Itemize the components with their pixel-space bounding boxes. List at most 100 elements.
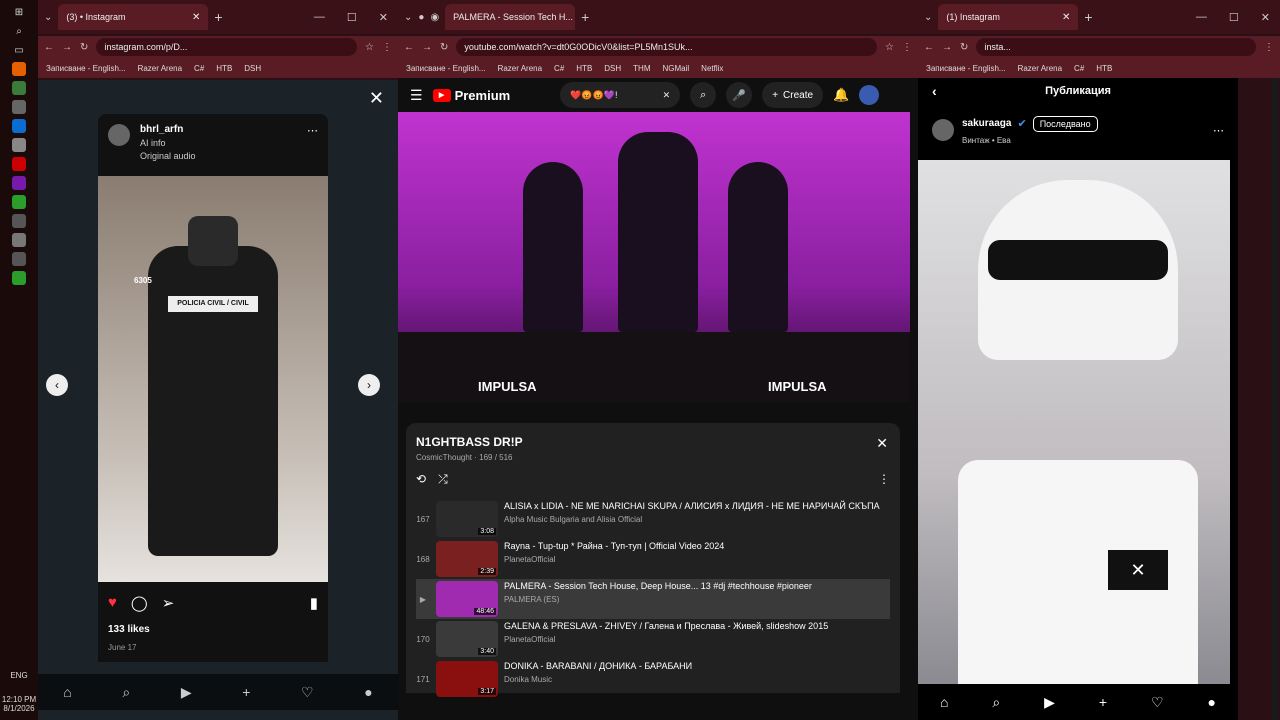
- channel-name[interactable]: PlanetaOfficial: [504, 635, 828, 644]
- close-icon[interactable]: ✕: [369, 88, 384, 109]
- reels-icon[interactable]: ▶: [181, 684, 192, 701]
- shuffle-icon[interactable]: ⤮: [438, 472, 448, 487]
- address-bar[interactable]: instagram.com/p/D...: [96, 38, 358, 56]
- pinned-tab-icon[interactable]: ◉: [430, 12, 439, 23]
- video-title[interactable]: DONIKA - BARABANI / ДОНИКА - БАРАБАНИ: [504, 661, 692, 672]
- menu-icon[interactable]: ⋮: [902, 42, 912, 53]
- bookmark-item[interactable]: THM: [633, 64, 650, 73]
- playlist-item[interactable]: 167 3:08 ALISIA x LIDIA - NE ME NARICHAI S…: [416, 499, 890, 539]
- video-title[interactable]: PALMERA - Session Tech House, Deep House…: [504, 581, 812, 592]
- video-thumbnail[interactable]: 3:40: [436, 621, 498, 657]
- reels-icon[interactable]: ▶: [1044, 694, 1055, 711]
- channel-name[interactable]: PALMERA (ES): [504, 595, 812, 604]
- maximize-icon[interactable]: ☐: [1229, 11, 1239, 24]
- app-icon[interactable]: [12, 233, 26, 247]
- next-arrow-icon[interactable]: ›: [358, 374, 380, 396]
- bookmark-item[interactable]: DSH: [604, 64, 621, 73]
- video-title[interactable]: ALISIA x LIDIA - NE ME NARICHAI SKUPA / …: [504, 501, 880, 512]
- youtube-logo[interactable]: ▶ Premium: [432, 88, 510, 103]
- video-thumbnail[interactable]: 3:17: [436, 661, 498, 697]
- bookmark-item[interactable]: HTB: [576, 64, 592, 73]
- create-icon[interactable]: +: [1099, 694, 1107, 710]
- avatar[interactable]: [932, 119, 954, 141]
- bookmark-item[interactable]: Razer Arena: [138, 64, 182, 73]
- close-tab-icon[interactable]: ✕: [192, 12, 200, 23]
- bookmark-star-icon[interactable]: ☆: [365, 42, 374, 53]
- avatar[interactable]: [108, 124, 130, 146]
- tab-list-icon[interactable]: ⌄: [404, 12, 412, 23]
- minimize-icon[interactable]: —: [1196, 11, 1207, 24]
- menu-icon[interactable]: ⋮: [382, 42, 392, 53]
- bookmark-item[interactable]: NGMail: [663, 64, 690, 73]
- chrome-icon[interactable]: [12, 195, 26, 209]
- windows-start-icon[interactable]: ⊞: [12, 5, 26, 19]
- activity-icon[interactable]: ♡: [301, 684, 314, 701]
- forward-icon[interactable]: →: [422, 42, 432, 53]
- prev-arrow-icon[interactable]: ‹: [46, 374, 68, 396]
- loop-icon[interactable]: ⟲: [416, 472, 426, 487]
- following-button[interactable]: Последвано: [1032, 115, 1098, 132]
- microphone-icon[interactable]: 🎤: [726, 82, 753, 108]
- bookmark-item[interactable]: Записване - English...: [406, 64, 486, 73]
- avatar[interactable]: [859, 85, 880, 105]
- clock-date[interactable]: 8/1/2026: [0, 704, 38, 714]
- channel-name[interactable]: Donika Music: [504, 675, 692, 684]
- scrollbar[interactable]: [1272, 78, 1278, 720]
- more-options-icon[interactable]: ⋮: [878, 472, 890, 487]
- address-bar[interactable]: youtube.com/watch?v=dt0G0ODicV0&list=PL5…: [456, 38, 878, 56]
- task-view-icon[interactable]: ▭: [12, 43, 26, 57]
- heart-icon[interactable]: ♥: [108, 594, 117, 612]
- back-icon[interactable]: ‹: [932, 83, 937, 99]
- new-tab-icon[interactable]: +: [581, 9, 589, 25]
- close-window-icon[interactable]: ✕: [379, 11, 388, 24]
- forward-icon[interactable]: →: [942, 42, 952, 53]
- post-username[interactable]: bhrl_arfn: [140, 124, 196, 135]
- app-icon[interactable]: [12, 252, 26, 266]
- reload-icon[interactable]: ↻: [440, 42, 448, 53]
- edge-icon[interactable]: [12, 119, 26, 133]
- bookmark-item[interactable]: Razer Arena: [498, 64, 542, 73]
- new-tab-icon[interactable]: +: [1084, 9, 1092, 25]
- video-thumbnail[interactable]: 2:39: [436, 541, 498, 577]
- minimize-icon[interactable]: —: [314, 11, 325, 24]
- create-icon[interactable]: +: [242, 684, 250, 700]
- search-input[interactable]: ❤️😡😡💜! ✕: [560, 82, 681, 108]
- bookmark-item[interactable]: C#: [194, 64, 204, 73]
- playlist-item[interactable]: ▶ 48:46 PALMERA - Session Tech House, Deep…: [416, 579, 890, 619]
- create-button[interactable]: + Create: [762, 82, 824, 108]
- ai-info-label[interactable]: AI info: [140, 138, 196, 148]
- bookmark-item[interactable]: C#: [1074, 64, 1084, 73]
- channel-name[interactable]: PlanetaOfficial: [504, 555, 724, 564]
- profile-avatar-icon[interactable]: ●: [1208, 694, 1216, 710]
- search-icon[interactable]: ⌕: [122, 684, 130, 701]
- app-icon[interactable]: [12, 100, 26, 114]
- video-title[interactable]: GALENA & PRESLAVA - ZHIVEY / Галена и Пр…: [504, 621, 828, 632]
- playlist-item[interactable]: 170 3:40 GALENA & PRESLAVA - ZHIVEY / Гале…: [416, 619, 890, 659]
- back-icon[interactable]: ←: [924, 42, 934, 53]
- browser-tab[interactable]: PALMERA - Session Tech H... ✕: [445, 4, 576, 30]
- clock-time[interactable]: 12:10 PM: [0, 695, 38, 705]
- new-tab-icon[interactable]: +: [214, 9, 222, 25]
- channel-name[interactable]: Alpha Music Bulgaria and Alisia Official: [504, 515, 880, 524]
- activity-icon[interactable]: ♡: [1151, 694, 1164, 711]
- firefox-icon[interactable]: [12, 62, 26, 76]
- bookmark-item[interactable]: Записване - English...: [46, 64, 126, 73]
- bookmark-item[interactable]: Записване - English...: [926, 64, 1006, 73]
- bookmark-item[interactable]: HTB: [216, 64, 232, 73]
- playlist-item[interactable]: 171 3:17 DONIKA - BARABANI / ДОНИКА - БАРА…: [416, 659, 890, 699]
- video-title[interactable]: Rayna - Tup-tup * Райна - Туп-туп | Offi…: [504, 541, 724, 552]
- close-window-icon[interactable]: ✕: [1261, 11, 1270, 24]
- bookmark-icon[interactable]: ▮: [310, 594, 318, 612]
- back-icon[interactable]: ←: [44, 42, 54, 53]
- reload-icon[interactable]: ↻: [80, 42, 88, 53]
- onenote-icon[interactable]: [12, 176, 26, 190]
- home-icon[interactable]: ⌂: [63, 684, 71, 700]
- video-player[interactable]: IMPULSA IMPULSA: [398, 112, 910, 402]
- app-icon[interactable]: [12, 214, 26, 228]
- search-icon[interactable]: ⌕: [992, 694, 1000, 711]
- post-username[interactable]: sakuraaga: [962, 118, 1011, 129]
- audio-label[interactable]: Original audio: [140, 151, 196, 161]
- maximize-icon[interactable]: ☐: [347, 11, 357, 24]
- search-icon[interactable]: ⌕: [12, 24, 26, 38]
- forward-icon[interactable]: →: [62, 42, 72, 53]
